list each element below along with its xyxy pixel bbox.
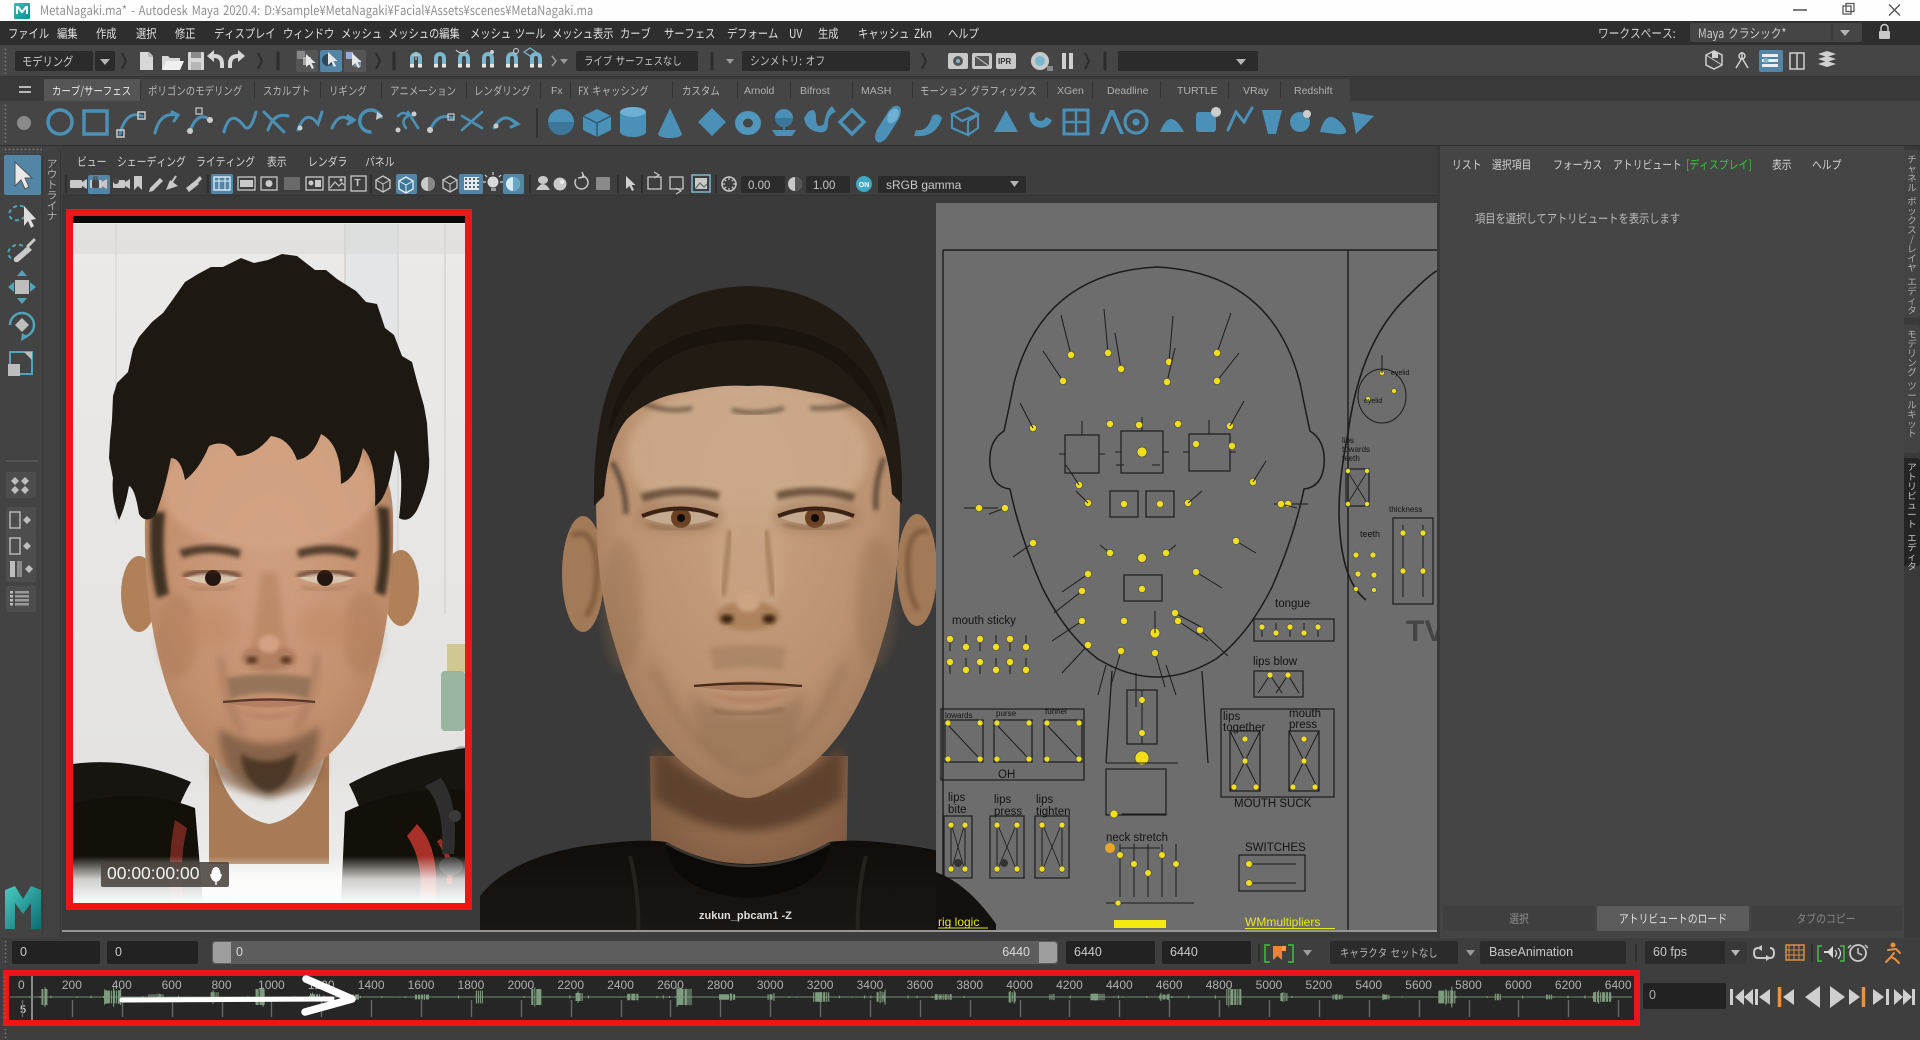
svg-text:SWITCHES: SWITCHES	[1245, 842, 1306, 854]
svg-text:OH: OH	[998, 769, 1015, 781]
svg-text:lips: lips	[994, 794, 1012, 806]
svg-text:funnel: funnel	[1045, 707, 1067, 716]
svg-text:press: press	[1289, 719, 1317, 731]
svg-text:bite: bite	[948, 804, 967, 816]
svg-text:lips: lips	[948, 792, 966, 804]
svg-text:eyelid: eyelid	[1391, 370, 1409, 377]
svg-text:lips: lips	[1036, 794, 1054, 806]
svg-text:thickness: thickness	[1389, 505, 1422, 514]
svg-text:tongue: tongue	[1275, 598, 1310, 610]
svg-text:TV: TV	[1406, 615, 1437, 648]
svg-text:mouth sticky: mouth sticky	[952, 615, 1016, 627]
svg-text:neck stretch: neck stretch	[1106, 832, 1168, 844]
svg-text:lips: lips	[1342, 436, 1354, 445]
svg-text:lowards: lowards	[945, 711, 973, 720]
svg-text:lips blow: lips blow	[1253, 656, 1298, 668]
svg-text:purse: purse	[996, 709, 1017, 718]
svg-text:MOUTH SUCK: MOUTH SUCK	[1234, 798, 1312, 810]
svg-text:WMmultipliers: WMmultipliers	[1245, 915, 1320, 929]
svg-text:eyelid: eyelid	[1364, 398, 1382, 405]
svg-text:teeth: teeth	[1360, 529, 1380, 539]
